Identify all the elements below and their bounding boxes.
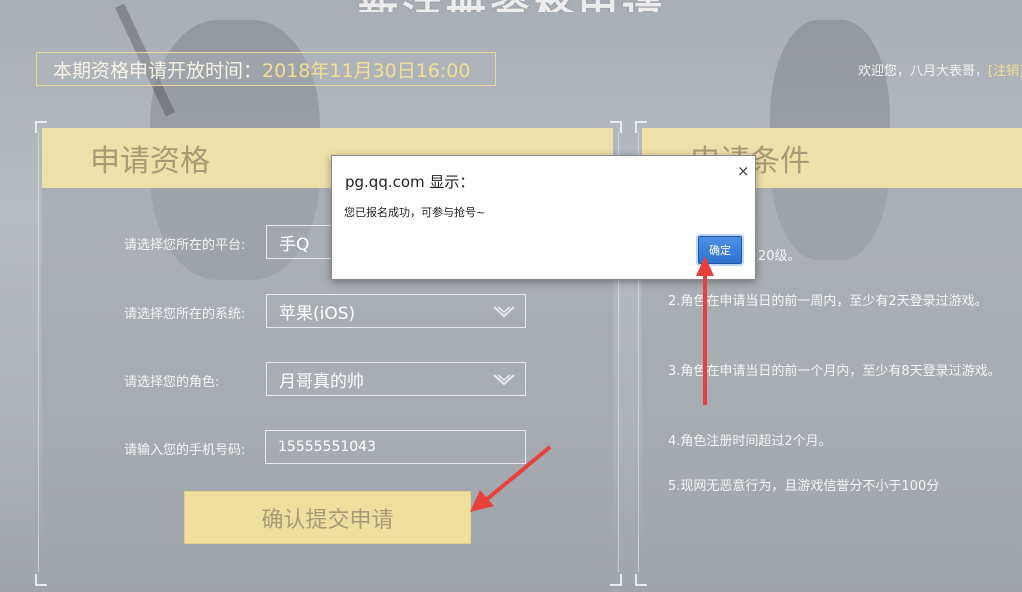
platform-value: 手Q — [279, 234, 310, 255]
frame-corner — [635, 121, 647, 133]
phone-input[interactable]: 15555551043 — [265, 430, 526, 464]
application-period-banner: 本期资格申请开放时间： 2018年11月30日16:00 — [36, 52, 496, 86]
condition-item: 5.现网无恶意行为，且游戏信誉分不小于100分 — [668, 479, 940, 494]
dialog-ok-button[interactable]: 确定 — [698, 236, 742, 264]
welcome-text: 欢迎您，八月大表哥， — [858, 64, 989, 79]
welcome-bar: 欢迎您，八月大表哥，[注销] — [858, 60, 1022, 79]
submit-application-button[interactable]: 确认提交申请 — [184, 491, 471, 544]
period-time: 2018年11月30日16:00 — [262, 59, 471, 82]
frame-line — [38, 132, 39, 572]
alert-dialog: pg.qq.com 显示： × 您已报名成功，可参与抢号~ 确定 — [331, 155, 756, 280]
period-label: 本期资格申请开放时间： — [53, 59, 263, 82]
logout-link[interactable]: [注销] — [988, 64, 1022, 79]
condition-item: 2.角色在申请当日的前一周内，至少有2天登录过游戏。 — [668, 294, 988, 309]
condition-item: 20级。 — [758, 249, 801, 264]
system-select[interactable]: 苹果(iOS) — [266, 294, 526, 328]
phone-value: 15555551043 — [278, 439, 376, 455]
system-label: 请选择您所在的系统: — [124, 307, 246, 322]
frame-corner — [35, 121, 47, 133]
platform-label: 请选择您所在的平台: — [124, 238, 246, 253]
chevron-down-icon — [493, 374, 515, 386]
role-select[interactable]: 月哥真的帅 — [266, 362, 526, 396]
condition-item: 4.角色注册时间超过2个月。 — [668, 434, 832, 449]
dialog-message: 您已报名成功，可参与抢号~ — [344, 206, 486, 219]
condition-item: 3.角色在申请当日的前一个月内，至少有8天登录过游戏。 — [668, 364, 1001, 379]
close-icon[interactable]: × — [737, 162, 750, 180]
frame-corner — [635, 574, 647, 586]
chevron-down-icon — [493, 306, 515, 318]
page-title: 新注册资格申请 — [358, 0, 718, 12]
frame-corner — [610, 121, 622, 133]
role-label: 请选择您的角色: — [124, 375, 220, 390]
frame-corner — [35, 574, 47, 586]
phone-label: 请输入您的手机号码: — [124, 443, 246, 458]
dialog-title: pg.qq.com 显示： — [345, 173, 475, 191]
frame-corner — [610, 574, 622, 586]
role-value: 月哥真的帅 — [279, 371, 364, 392]
system-value: 苹果(iOS) — [279, 303, 356, 324]
